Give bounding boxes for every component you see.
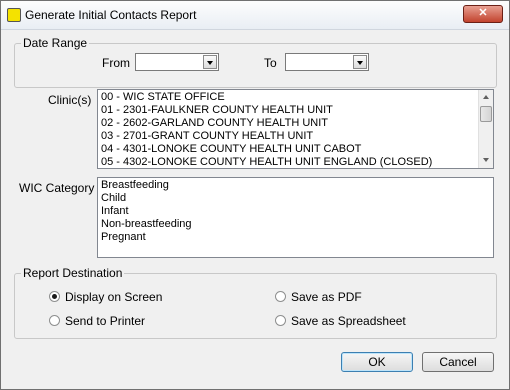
display-on-screen-label: Display on Screen: [65, 290, 163, 304]
date-range-group: Date Range: [14, 36, 497, 88]
clinic-item[interactable]: 05 - 4302-LONOKE COUNTY HEALTH UNIT ENGL…: [98, 156, 493, 168]
to-label: To: [264, 56, 277, 70]
clinics-listbox[interactable]: 00 - WIC STATE OFFICE 01 - 2301-FAULKNER…: [97, 89, 494, 169]
chevron-down-icon[interactable]: [353, 55, 367, 69]
app-icon: [7, 8, 21, 22]
from-label: From: [102, 56, 130, 70]
clinic-item[interactable]: 04 - 4301-LONOKE COUNTY HEALTH UNIT CABO…: [98, 143, 493, 156]
close-button[interactable]: ✕: [463, 5, 503, 23]
category-item[interactable]: Child: [98, 192, 493, 205]
from-date-combobox[interactable]: [135, 53, 219, 71]
chevron-down-icon[interactable]: [203, 55, 217, 69]
report-dialog: Generate Initial Contacts Report ✕ Date …: [0, 0, 510, 390]
radio-unselected-icon[interactable]: [275, 291, 286, 302]
cancel-button[interactable]: Cancel: [422, 352, 494, 372]
scroll-up-icon[interactable]: [479, 90, 493, 105]
clinic-item[interactable]: 01 - 2301-FAULKNER COUNTY HEALTH UNIT: [98, 104, 493, 117]
category-item[interactable]: Non-breastfeeding: [98, 218, 493, 231]
clinic-item[interactable]: 02 - 2602-GARLAND COUNTY HEALTH UNIT: [98, 117, 493, 130]
radio-selected-icon[interactable]: [49, 291, 60, 302]
clinic-item[interactable]: 03 - 2701-GRANT COUNTY HEALTH UNIT: [98, 130, 493, 143]
window-title: Generate Initial Contacts Report: [25, 8, 197, 22]
save-as-spreadsheet-label: Save as Spreadsheet: [291, 314, 406, 328]
wic-category-listbox[interactable]: Breastfeeding Child Infant Non-breastfee…: [97, 177, 494, 258]
radio-unselected-icon[interactable]: [275, 315, 286, 326]
to-date-combobox[interactable]: [285, 53, 369, 71]
radio-unselected-icon[interactable]: [49, 315, 60, 326]
category-item[interactable]: Infant: [98, 205, 493, 218]
report-destination-legend: Report Destination: [23, 266, 123, 280]
clinic-item[interactable]: 00 - WIC STATE OFFICE: [98, 91, 493, 104]
clinics-scrollbar[interactable]: [478, 90, 493, 168]
category-item[interactable]: Pregnant: [98, 231, 493, 244]
date-range-legend: Date Range: [23, 36, 88, 50]
wic-category-label: WIC Category: [19, 181, 95, 195]
clinics-label: Clinic(s): [48, 93, 92, 107]
ok-button[interactable]: OK: [341, 352, 413, 372]
category-item[interactable]: Breastfeeding: [98, 179, 493, 192]
send-to-printer-label: Send to Printer: [65, 314, 146, 328]
title-bar[interactable]: Generate Initial Contacts Report ✕: [1, 1, 509, 30]
save-as-pdf-label: Save as PDF: [291, 290, 362, 304]
scrollbar-thumb[interactable]: [480, 106, 492, 122]
scroll-down-icon[interactable]: [479, 153, 493, 168]
